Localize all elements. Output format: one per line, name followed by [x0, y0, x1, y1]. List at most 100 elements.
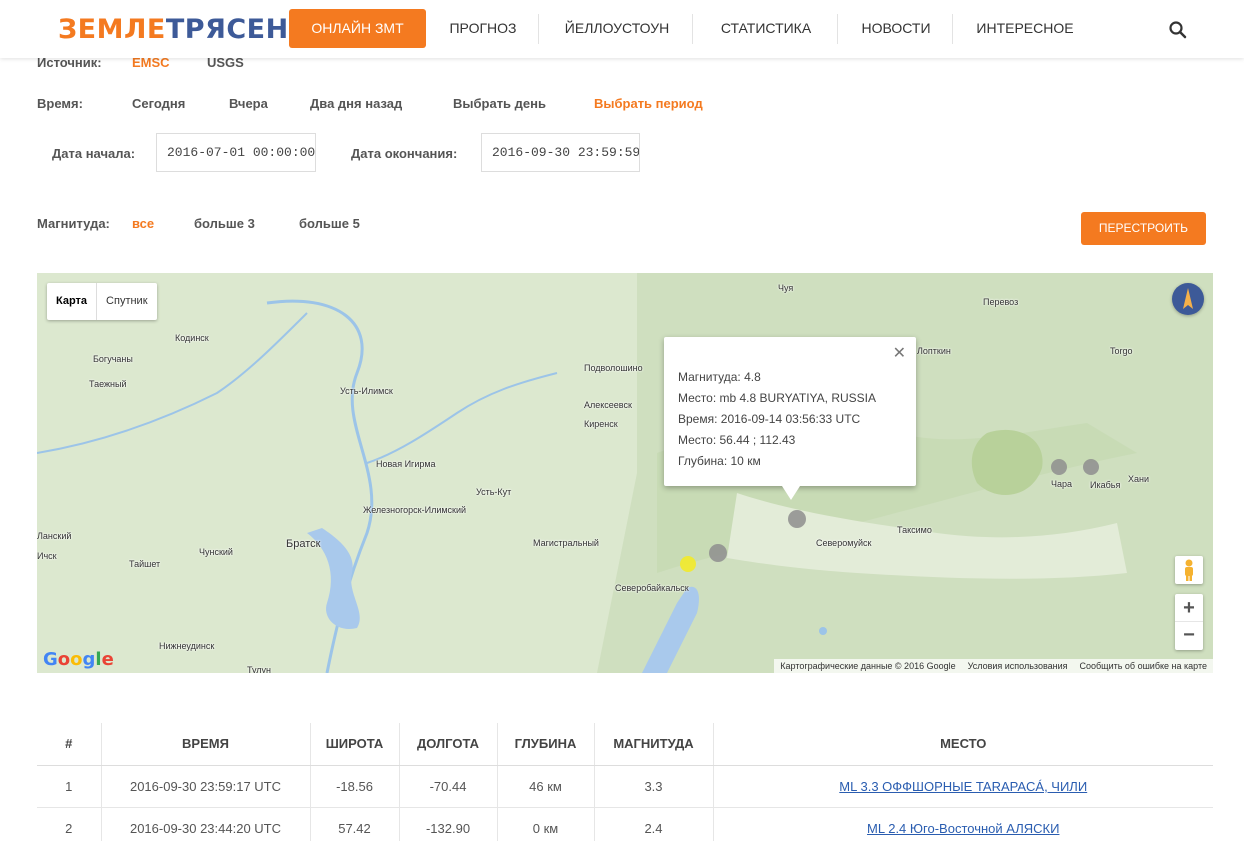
nav-online[interactable]: ОНЛАЙН ЗМТ: [289, 9, 426, 48]
street-view-pegman-icon[interactable]: [1175, 556, 1203, 584]
map-town: Тулун: [247, 665, 272, 673]
map-town: Богучаны: [93, 354, 133, 364]
earthquake-map[interactable]: Карта Спутник Чуя Перевоз Кодинск Подвол…: [37, 273, 1213, 673]
cell-latitude: 57.42: [310, 807, 400, 841]
magnitude-over-3[interactable]: больше 3: [194, 216, 255, 231]
map-town: Усть-Кут: [476, 487, 512, 497]
map-town: Братск: [286, 538, 321, 550]
nav-forecast[interactable]: ПРОГНОЗ: [440, 9, 526, 48]
map-town: Икабья: [1090, 480, 1121, 490]
magnitude-label: Магнитуда:: [37, 216, 110, 231]
popup-time: Время: 2016-09-14 03:56:33 UTC: [678, 412, 861, 426]
end-date-label: Дата окончания:: [351, 146, 458, 161]
col-magnitude: МАГНИТУДА: [594, 723, 714, 766]
col-latitude: ШИРОТА: [310, 723, 400, 766]
cell-time: 2016-09-30 23:44:20 UTC: [101, 807, 311, 841]
time-choose-day[interactable]: Выбрать день: [453, 96, 546, 111]
cell-longitude: -70.44: [399, 765, 498, 808]
time-today[interactable]: Сегодня: [132, 96, 185, 111]
table-row: 1 2016-09-30 23:59:17 UTC -18.56 -70.44 …: [37, 765, 1213, 808]
nav-separator: [538, 14, 539, 44]
nav-interesting[interactable]: ИНТЕРЕСНОЕ: [966, 9, 1084, 48]
map-town: Усть-Илимск: [340, 386, 393, 396]
nav-separator: [692, 14, 693, 44]
zoom-out-button[interactable]: −: [1175, 622, 1203, 650]
map-town: Магистральный: [533, 538, 599, 548]
map-town: Подволошино: [584, 363, 643, 373]
map-data-credit: Картографические данные © 2016 Google: [780, 661, 956, 671]
nav-statistics[interactable]: СТАТИСТИКА: [706, 9, 826, 48]
map-town: Чунский: [199, 547, 233, 557]
map-town: Чара: [1051, 479, 1073, 489]
map-town: Лопткин: [917, 346, 951, 356]
popup-depth: Глубина: 10 км: [678, 454, 761, 468]
map-town: Таежный: [89, 379, 127, 389]
nav-yellowstone[interactable]: ЙЕЛЛОУСТОУН: [552, 9, 682, 48]
time-label: Время:: [37, 96, 83, 111]
earthquake-info-popup: ✕ Магнитуда: 4.8 Место: mb 4.8 BURYATIYA…: [664, 337, 916, 500]
table-row: 2 2016-09-30 23:44:20 UTC 57.42 -132.90 …: [37, 807, 1213, 841]
col-number: #: [37, 723, 102, 766]
map-town: Кодинск: [175, 333, 209, 343]
map-town: Torgo: [1110, 346, 1133, 356]
map-town: Хани: [1128, 474, 1150, 484]
map-town: Ичск: [37, 551, 57, 561]
rotate-compass-icon[interactable]: [1172, 283, 1204, 315]
cell-place: ML 3.3 ОФФШОРНЫЕ TARAPACÁ, ЧИЛИ: [713, 765, 1213, 808]
cell-number: 1: [37, 765, 102, 808]
map-town: Таксимо: [897, 525, 932, 535]
cell-number: 2: [37, 807, 102, 841]
site-header: ЗЕМЛЕТРЯСЕНИЯ ОНЛАЙН ЗМТ ПРОГНОЗ ЙЕЛЛОУС…: [0, 0, 1244, 58]
cell-place: ML 2.4 Юго-Восточной АЛЯСКИ: [713, 807, 1213, 841]
popup-magnitude: Магнитуда: 4.8: [678, 370, 761, 384]
map-town: Нижнеудинск: [159, 641, 215, 651]
google-logo: Google: [43, 649, 114, 670]
table-header-row: # ВРЕМЯ ШИРОТА ДОЛГОТА ГЛУБИНА МАГНИТУДА…: [37, 723, 1213, 766]
map-town: Северобайкальск: [615, 583, 689, 593]
col-depth: ГЛУБИНА: [497, 723, 595, 766]
nav-news[interactable]: НОВОСТИ: [850, 9, 942, 48]
time-choose-period[interactable]: Выбрать период: [594, 96, 703, 111]
map-type-map[interactable]: Карта: [47, 283, 98, 320]
time-two-days-ago[interactable]: Два дня назад: [310, 96, 402, 111]
map-town: Тайшет: [129, 559, 161, 569]
popup-place: Место: mb 4.8 BURYATIYA, RUSSIA: [678, 391, 876, 405]
rebuild-button[interactable]: ПЕРЕСТРОИТЬ: [1081, 212, 1206, 245]
search-icon[interactable]: [1168, 20, 1188, 40]
place-link[interactable]: ML 3.3 ОФФШОРНЫЕ TARAPACÁ, ЧИЛИ: [839, 779, 1087, 794]
start-date-input[interactable]: 2016-07-01 00:00:00: [156, 133, 316, 172]
end-date-input[interactable]: 2016-09-30 23:59:59: [481, 133, 640, 172]
map-terrain: [37, 273, 1213, 673]
magnitude-over-5[interactable]: больше 5: [299, 216, 360, 231]
cell-magnitude: 3.3: [594, 765, 714, 808]
start-date-label: Дата начала:: [52, 146, 136, 161]
cell-latitude: -18.56: [310, 765, 400, 808]
place-link[interactable]: ML 2.4 Юго-Восточной АЛЯСКИ: [867, 821, 1059, 836]
cell-depth: 0 км: [497, 807, 595, 841]
map-town: Северомуйск: [816, 538, 872, 548]
nav-separator: [952, 14, 953, 44]
cell-time: 2016-09-30 23:59:17 UTC: [101, 765, 311, 808]
terms-link[interactable]: Условия использования: [968, 659, 1068, 673]
col-longitude: ДОЛГОТА: [399, 723, 498, 766]
close-icon[interactable]: ✕: [893, 343, 906, 363]
time-yesterday[interactable]: Вчера: [229, 96, 268, 111]
report-error-link[interactable]: Сообщить об ошибке на карте: [1080, 659, 1207, 673]
zoom-in-button[interactable]: +: [1175, 594, 1203, 622]
map-town: Железногорск-Илимский: [363, 505, 467, 515]
zoom-control: + −: [1175, 594, 1203, 650]
cell-longitude: -132.90: [399, 807, 498, 841]
map-type-satellite[interactable]: Спутник: [97, 283, 156, 320]
map-town: Киренск: [584, 419, 618, 429]
popup-coordinates: Место: 56.44 ; 112.43: [678, 433, 796, 447]
map-attribution: Картографические данные © 2016 Google Ус…: [774, 659, 1213, 673]
cell-magnitude: 2.4: [594, 807, 714, 841]
map-town: Чуя: [778, 283, 794, 293]
map-type-control: Карта Спутник: [47, 283, 157, 320]
magnitude-all[interactable]: все: [132, 216, 154, 231]
map-town: Новая Игирма: [376, 459, 436, 469]
col-place: МЕСТО: [713, 723, 1213, 766]
map-town: Ланский: [37, 531, 72, 541]
map-town: Перевоз: [983, 297, 1019, 307]
earthquake-table: # ВРЕМЯ ШИРОТА ДОЛГОТА ГЛУБИНА МАГНИТУДА…: [37, 723, 1213, 841]
